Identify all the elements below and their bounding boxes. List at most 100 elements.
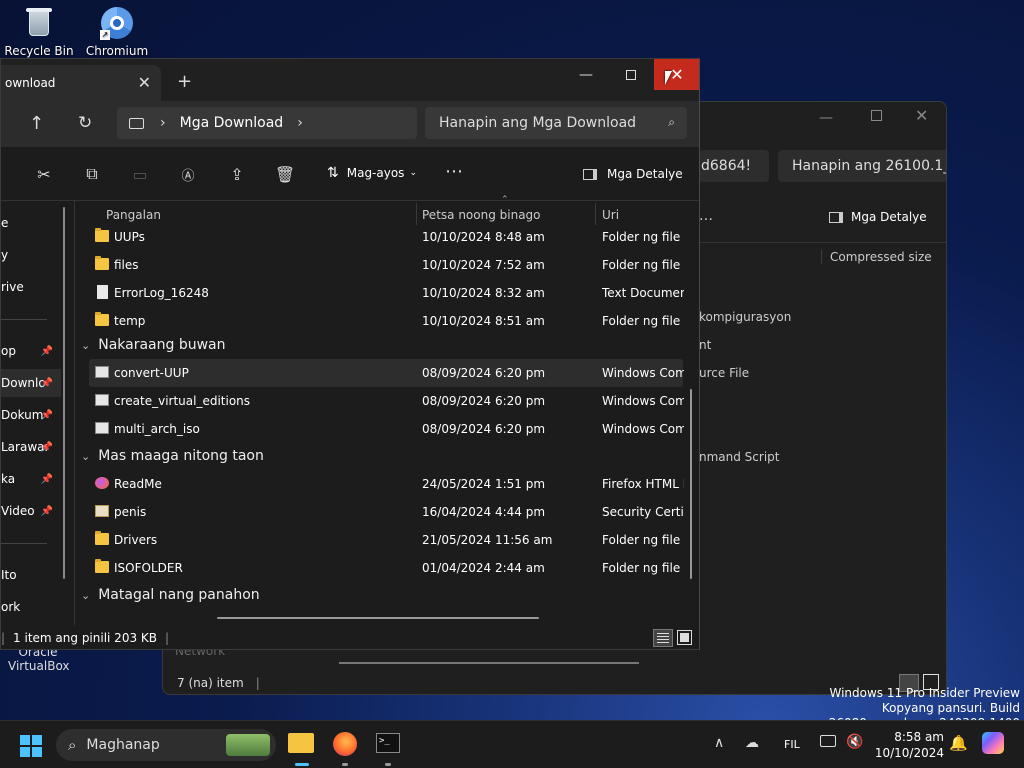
group-label: Mas maaga nitong taon: [98, 448, 264, 464]
tab-close-icon[interactable]: ✕: [138, 73, 151, 92]
chevron-down-icon: ⌄: [81, 338, 91, 352]
chromium-icon: ↗: [100, 6, 134, 40]
bg-maximize-button[interactable]: [871, 110, 882, 121]
column-divider[interactable]: [595, 203, 596, 225]
bg-close-button[interactable]: ✕: [915, 106, 928, 125]
bg-row-text: nt: [699, 338, 712, 352]
bg-col-compressed-label: Compressed size: [830, 250, 932, 264]
bg-row[interactable]: kompigurasyon: [699, 310, 791, 324]
table-row[interactable]: files 10/10/2024 7:52 am Folder ng file: [89, 251, 683, 279]
terminal-taskbar-icon[interactable]: >_: [376, 733, 400, 753]
details-pane-icon: [829, 211, 843, 223]
tiles-view-toggle[interactable]: [677, 630, 692, 645]
taskbar-search-placeholder: Maghanap: [86, 737, 160, 753]
language-indicator[interactable]: FIL: [784, 738, 800, 751]
sidebar-item-pictures[interactable]: Larawar 📌: [1, 433, 61, 461]
sidebar-item-home[interactable]: e: [1, 209, 61, 237]
sidebar-item-downloads[interactable]: Downlo 📌: [1, 369, 61, 397]
more-options-button[interactable]: ⋯: [445, 161, 463, 182]
details-view-toggle[interactable]: [653, 629, 673, 647]
bg-address-partial[interactable]: d6864!: [699, 150, 769, 182]
pin-icon: 📌: [40, 473, 53, 485]
paste-icon[interactable]: ▭: [129, 163, 151, 185]
sort-label: Mag-ayos: [346, 166, 405, 180]
title-bar[interactable]: ownload ✕ + — ✕: [1, 59, 699, 101]
volume-muted-icon[interactable]: 🔇: [846, 734, 863, 750]
cut-icon[interactable]: ✂: [33, 163, 55, 185]
network-icon[interactable]: [820, 735, 836, 747]
search-highlight-icon: [226, 734, 270, 756]
bg-row[interactable]: urce File: [699, 366, 749, 380]
file-explorer-taskbar-icon[interactable]: [288, 733, 314, 753]
tab-downloads[interactable]: ownload ✕: [1, 65, 161, 101]
sidebar-item-music[interactable]: ka 📌: [1, 465, 61, 493]
new-tab-button[interactable]: +: [177, 71, 192, 92]
search-box[interactable]: Hanapin ang Mga Download ⌕: [425, 107, 687, 139]
chromium-desktop-icon[interactable]: ↗ Chromium: [81, 6, 153, 58]
bg-row[interactable]: nmand Script: [699, 450, 780, 464]
sidebar-item-gallery[interactable]: y: [1, 241, 61, 269]
show-hidden-icons-button[interactable]: ∧: [714, 735, 724, 751]
recycle-bin-label: Recycle Bin: [4, 44, 74, 58]
bg-row[interactable]: nt: [699, 338, 711, 352]
search-icon: ⌕: [668, 115, 675, 129]
sort-button[interactable]: ⇅ Mag-ayos ⌄: [327, 165, 417, 181]
clock[interactable]: 8:58 am 10/10/2024: [870, 729, 944, 761]
vertical-scrollbar[interactable]: [690, 389, 692, 579]
bg-row-text: nmand Script: [699, 450, 780, 464]
bg-search-placeholder: Hanapin ang 26100.1_am: [792, 158, 946, 174]
taskbar-indicator: [385, 763, 391, 766]
address-field[interactable]: › Mga Download ›: [117, 107, 417, 139]
group-header-earlier-this-year[interactable]: ⌄ Mas maaga nitong taon: [81, 448, 264, 464]
this-pc-icon: [129, 117, 144, 129]
sidebar-item-videos[interactable]: Video 📌: [1, 497, 61, 525]
address-path[interactable]: Mga Download: [180, 115, 284, 131]
column-divider[interactable]: [416, 203, 417, 225]
close-button[interactable]: ✕: [654, 59, 699, 90]
sidebar-item-label: y: [1, 248, 9, 262]
copilot-icon[interactable]: [982, 732, 1004, 754]
taskbar-search-box[interactable]: ⌕ Maghanap: [56, 729, 276, 761]
start-button[interactable]: [20, 735, 42, 757]
notification-bell-icon[interactable]: 🔔: [949, 734, 968, 752]
delete-icon[interactable]: 🗑: [274, 163, 296, 185]
chevron-right-icon[interactable]: ›: [297, 115, 303, 131]
bg-toolbar-more[interactable]: …: [699, 208, 713, 224]
sidebar-item-this-pc[interactable]: Ito: [1, 561, 61, 589]
table-row[interactable]: UUPs 10/10/2024 8:48 am Folder ng file: [89, 223, 683, 251]
sidebar-divider: [1, 543, 47, 544]
copy-icon[interactable]: ⧉: [81, 163, 103, 185]
bg-hscrollbar[interactable]: [339, 662, 639, 664]
up-arrow-icon[interactable]: ↑: [29, 113, 44, 134]
group-header-long-ago[interactable]: ⌄ Matagal nang panahon: [81, 587, 260, 603]
details-pane-button[interactable]: Mga Detalye: [583, 167, 683, 181]
bg-minimize-button[interactable]: —: [819, 110, 833, 126]
sidebar-item-label: rive: [1, 280, 24, 294]
rename-icon[interactable]: Ⓐ: [177, 163, 199, 185]
table-row[interactable]: ErrorLog_16248 10/10/2024 8:32 am Text Doc…: [89, 279, 684, 307]
refresh-icon[interactable]: ↻: [78, 113, 92, 133]
minimize-button[interactable]: —: [563, 59, 609, 90]
onedrive-offline-icon[interactable]: ☁: [745, 735, 759, 751]
search-placeholder: Hanapin ang Mga Download: [439, 115, 637, 131]
taskbar-active-indicator: [295, 763, 309, 766]
share-icon[interactable]: ⇪: [226, 163, 248, 185]
bg-details-button[interactable]: Mga Detalye: [829, 210, 927, 224]
sidebar-item-documents[interactable]: Dokum 📌: [1, 401, 61, 429]
table-row[interactable]: temp 10/10/2024 8:51 am Folder ng file: [89, 307, 683, 335]
status-divider: |: [165, 631, 170, 645]
group-header-last-month[interactable]: ⌄ Nakaraang buwan: [81, 337, 226, 353]
sidebar-scrollbar[interactable]: [63, 207, 65, 579]
language-label: FIL: [784, 738, 800, 751]
file-explorer-window[interactable]: ownload ✕ + — ✕ ↑ ↻ › Mga Download › Han…: [0, 58, 700, 650]
recycle-bin-desktop-icon[interactable]: Recycle Bin: [3, 6, 75, 58]
bg-search-box[interactable]: Hanapin ang 26100.1_am: [778, 150, 946, 182]
maximize-button[interactable]: [608, 59, 654, 90]
sidebar-item-desktop[interactable]: op 📌: [1, 337, 61, 365]
bg-row-text: urce File: [699, 366, 750, 380]
firefox-taskbar-icon[interactable]: [333, 732, 357, 756]
sidebar-item-network[interactable]: ork: [1, 593, 61, 621]
horizontal-scrollbar[interactable]: [217, 617, 539, 619]
pin-icon: 📌: [40, 345, 53, 357]
sidebar-item-onedrive[interactable]: rive: [1, 273, 61, 301]
